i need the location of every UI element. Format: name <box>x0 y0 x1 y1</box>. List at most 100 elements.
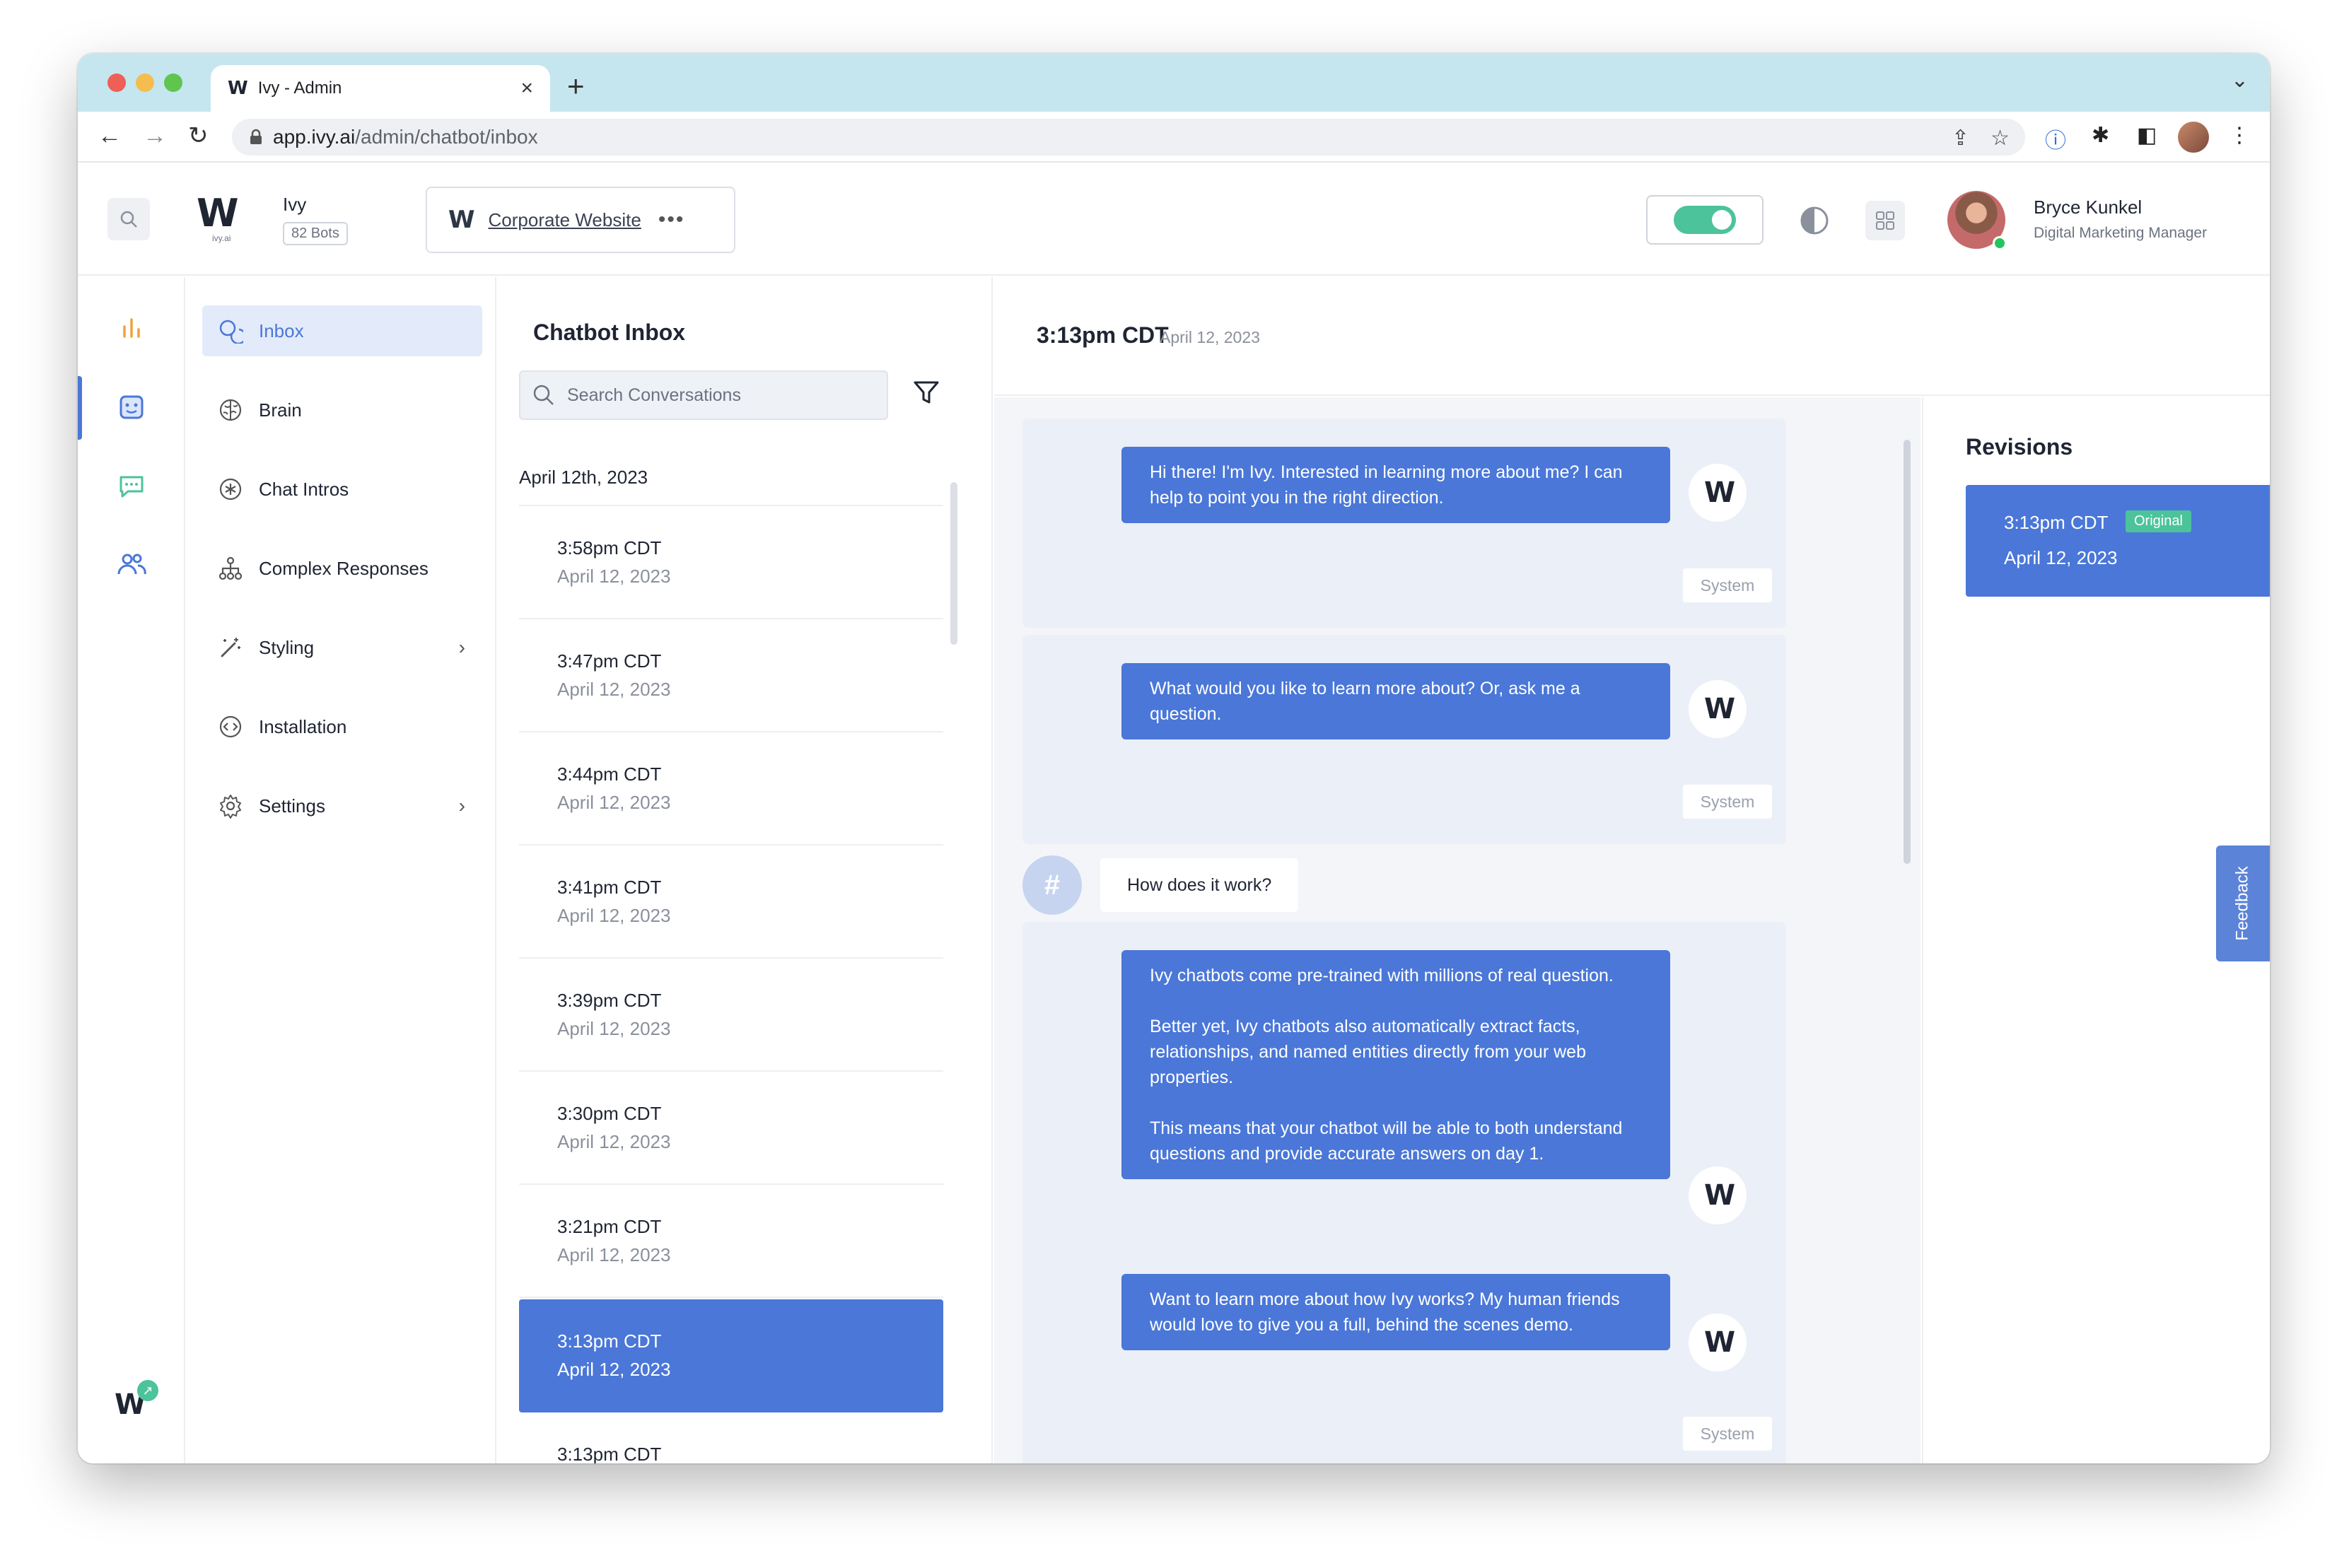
chevron-right-icon: › <box>458 636 465 658</box>
list-scrollbar[interactable] <box>950 482 957 645</box>
conversation-time: 3:13pm CDT <box>557 1330 662 1352</box>
minimize-window-button[interactable] <box>136 74 154 92</box>
users-icon <box>117 554 146 575</box>
nav-item-label: Styling <box>259 636 315 658</box>
tab-search-chevron-icon[interactable]: ⌄ <box>2231 68 2249 93</box>
browser-menu-icon[interactable]: ⋮ <box>2229 123 2250 148</box>
back-button[interactable]: ← <box>98 122 122 150</box>
conversation-item[interactable]: 3:44pm CDT April 12, 2023 <box>519 732 943 846</box>
conversation-item[interactable]: 3:41pm CDT April 12, 2023 <box>519 846 943 959</box>
nav-item-inbox[interactable]: Inbox <box>202 305 482 356</box>
maximize-window-button[interactable] <box>164 74 182 92</box>
share-icon[interactable]: ⇪ <box>1952 126 1969 151</box>
site-logo-icon: W <box>448 206 474 234</box>
rail-chatbot[interactable] <box>112 387 151 427</box>
browser-toolbar: ← → ↻ app.ivy.ai/admin/chatbot/inbox ⇪ ☆… <box>78 112 2270 163</box>
system-tag: System <box>1683 785 1772 819</box>
tab-close-icon[interactable]: × <box>520 76 533 100</box>
extensions-puzzle-icon[interactable]: ✱ <box>2092 123 2109 148</box>
side-panel-icon[interactable]: ◧ <box>2137 123 2157 148</box>
forward-button[interactable]: → <box>143 122 167 150</box>
bot-message-paragraph: This means that your chatbot will be abl… <box>1150 1118 1623 1164</box>
conversation-item[interactable]: 3:39pm CDT April 12, 2023 <box>519 959 943 1072</box>
nav-item-chat-intros[interactable]: Chat Intros <box>202 464 482 515</box>
conversation-item[interactable]: 3:47pm CDT April 12, 2023 <box>519 619 943 732</box>
online-status-indicator <box>1993 236 2007 250</box>
bots-count-badge: 82 Bots <box>283 222 348 245</box>
chat-bubble-icon <box>120 476 144 498</box>
password-manager-icon[interactable]: ⓘ <box>2045 123 2066 154</box>
url-path: /admin/chatbot/inbox <box>355 126 538 148</box>
tab-title: Ivy - Admin <box>257 78 342 98</box>
close-window-button[interactable] <box>107 74 126 92</box>
browser-tab[interactable]: W Ivy - Admin × <box>211 65 550 112</box>
rail-analytics[interactable] <box>112 308 151 348</box>
nav-item-brain[interactable]: Brain <box>202 385 482 435</box>
inbox-icon <box>219 320 243 344</box>
conversation-item[interactable]: 3:13pm CDT <box>519 1412 943 1463</box>
bot-status-toggle[interactable] <box>1674 206 1736 234</box>
apps-grid-button[interactable] <box>1865 201 1905 240</box>
search-icon <box>533 385 554 405</box>
bot-message-paragraph: Better yet, Ivy chatbots also automatica… <box>1150 1017 1586 1087</box>
nav-item-label: Chat Intros <box>259 478 349 500</box>
nav-item-label: Brain <box>259 399 302 421</box>
conversation-search-input[interactable]: Search Conversations <box>519 370 888 420</box>
nav-item-installation[interactable]: Installation <box>202 701 482 752</box>
site-name-link[interactable]: Corporate Website <box>489 209 641 231</box>
conversation-time: 3:58pm CDT <box>557 537 662 558</box>
conversation-time: 3:30pm CDT <box>557 1103 662 1124</box>
more-options-icon[interactable]: ••• <box>658 208 685 232</box>
theme-toggle-button[interactable] <box>1795 201 1834 240</box>
ivy-logo-icon: W <box>197 191 239 235</box>
hierarchy-icon <box>218 556 243 580</box>
external-link-badge-icon[interactable]: ↗ <box>137 1380 158 1401</box>
bookmark-star-icon[interactable]: ☆ <box>1990 126 2010 151</box>
bot-face-icon <box>120 395 144 419</box>
conversation-item-selected[interactable]: 3:13pm CDT April 12, 2023 <box>519 1299 943 1412</box>
system-message-block: Ivy chatbots come pre-trained with milli… <box>1022 922 1786 1463</box>
user-name[interactable]: Bryce Kunkel <box>2034 197 2142 218</box>
revision-card[interactable]: 3:13pm CDT Original April 12, 2023 <box>1966 485 2270 597</box>
conversation-date: April 12, 2023 <box>557 1018 671 1039</box>
nav-item-styling[interactable]: Styling › <box>202 622 482 673</box>
filter-icon[interactable] <box>912 379 940 407</box>
nav-item-label: Settings <box>259 795 325 817</box>
rail-live-chat[interactable] <box>112 467 151 506</box>
feedback-tab[interactable]: Feedback <box>2216 846 2270 961</box>
url-text: app.ivy.ai/admin/chatbot/inbox <box>273 126 538 148</box>
revision-time: 3:13pm CDT <box>2004 512 2109 533</box>
conversation-date: April 12, 2023 <box>557 1131 671 1152</box>
bot-message-paragraph: Ivy chatbots come pre-trained with milli… <box>1150 966 1614 985</box>
brand-subtitle: ivy.ai <box>212 233 231 243</box>
conversation-date: April 12, 2023 <box>557 679 671 700</box>
conversation-time: 3:47pm CDT <box>557 650 662 672</box>
global-search-button[interactable] <box>107 198 150 240</box>
browser-tab-bar: W Ivy - Admin × + ⌄ <box>78 54 2270 112</box>
conversation-item[interactable]: 3:30pm CDT April 12, 2023 <box>519 1072 943 1185</box>
address-bar[interactable]: app.ivy.ai/admin/chatbot/inbox ⇪ ☆ <box>232 119 2025 156</box>
reload-button[interactable]: ↻ <box>188 122 209 150</box>
system-message-block: What would you like to learn more about?… <box>1022 635 1786 844</box>
chat-transcript: Hi there! I'm Ivy. Interested in learnin… <box>994 397 1920 1463</box>
tab-favicon-icon: W <box>228 78 248 99</box>
conversation-date: April 12, 2023 <box>557 566 671 587</box>
original-badge: Original <box>2126 510 2191 532</box>
nav-item-settings[interactable]: Settings › <box>202 780 482 831</box>
new-tab-button[interactable]: + <box>567 65 585 107</box>
nav-panel: Inbox Brain Chat Intros Complex Response… <box>187 277 496 1463</box>
chat-scrollbar[interactable] <box>1904 440 1911 864</box>
chat-header: 3:13pm CDT April 12, 2023 <box>994 277 2270 396</box>
visitor-message: How does it work? <box>1100 858 1299 912</box>
browser-profile-avatar[interactable] <box>2178 122 2209 153</box>
search-icon <box>120 211 137 228</box>
site-selector[interactable]: W Corporate Website ••• <box>426 187 735 253</box>
contrast-icon <box>1800 206 1829 235</box>
asterisk-icon <box>219 478 242 501</box>
bot-avatar-icon: W <box>1689 1166 1747 1224</box>
conversation-item[interactable]: 3:58pm CDT April 12, 2023 <box>519 506 943 619</box>
rail-users[interactable] <box>112 544 151 584</box>
nav-item-complex-responses[interactable]: Complex Responses <box>202 543 482 594</box>
conversation-item[interactable]: 3:21pm CDT April 12, 2023 <box>519 1185 943 1298</box>
url-domain: app.ivy.ai <box>273 126 356 148</box>
